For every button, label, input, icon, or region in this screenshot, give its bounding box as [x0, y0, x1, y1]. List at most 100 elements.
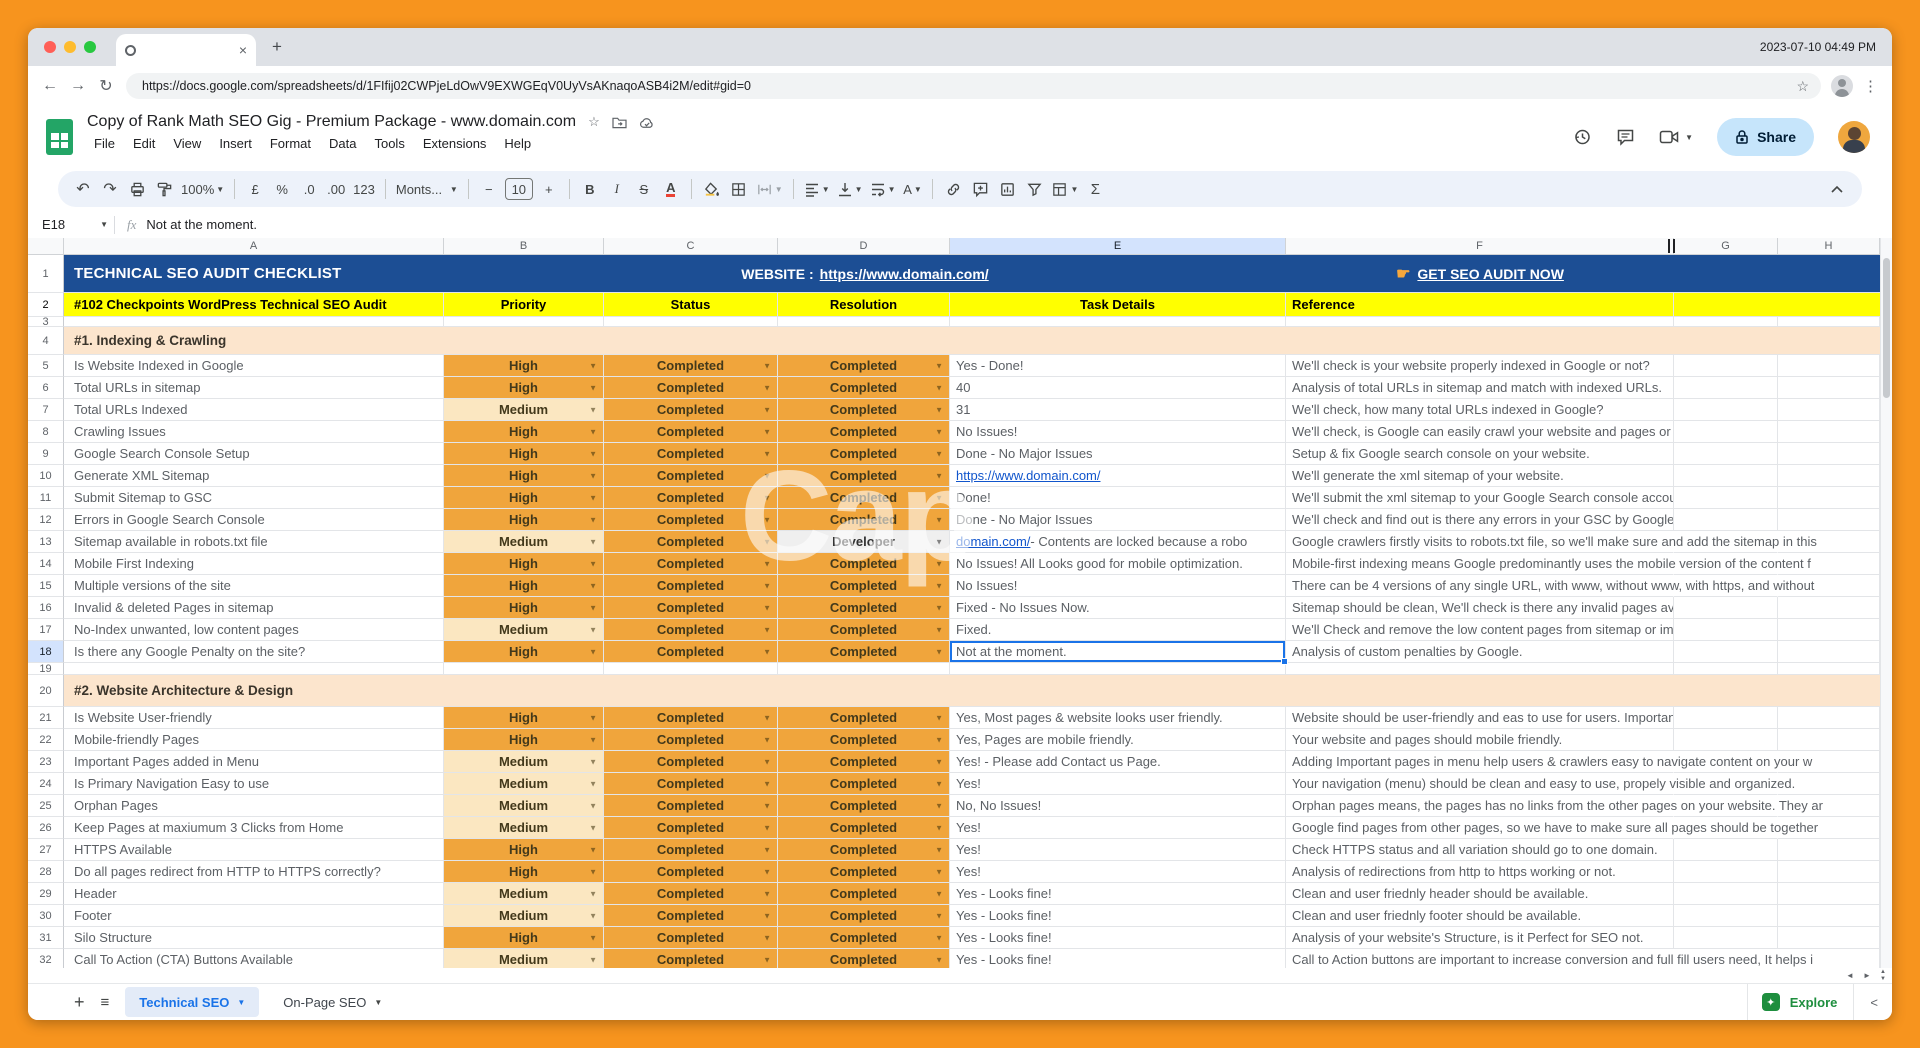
priority-cell[interactable]: Medium▼	[444, 773, 604, 795]
empty-cell-g[interactable]	[1674, 861, 1778, 883]
reference-cell[interactable]: Call to Action buttons are important to …	[1286, 949, 1674, 968]
scroll-right-icon[interactable]: ►	[1860, 971, 1874, 980]
section-title-cell[interactable]: #2. Website Architecture & Design	[64, 675, 1892, 707]
status-dropdown-icon[interactable]: ▼	[763, 845, 771, 854]
empty-cell[interactable]	[444, 663, 604, 675]
empty-cell-h[interactable]	[1778, 465, 1880, 487]
priority-cell[interactable]: High▼	[444, 575, 604, 597]
bookmark-star-icon[interactable]: ☆	[1796, 78, 1809, 95]
document-title[interactable]: Copy of Rank Math SEO Gig - Premium Pack…	[87, 113, 576, 131]
task-name-cell[interactable]: Footer	[64, 905, 444, 927]
resolution-dropdown-icon[interactable]: ▼	[935, 515, 943, 524]
scroll-up-down-icons[interactable]: ▲▼	[1877, 969, 1889, 982]
empty-cell-h[interactable]	[1778, 905, 1880, 927]
task-details-cell[interactable]: Yes - Done!	[950, 355, 1286, 377]
font-size-input[interactable]: 10	[505, 178, 533, 200]
status-cell[interactable]: Completed▼	[604, 729, 778, 751]
empty-cell-h[interactable]	[1778, 729, 1880, 751]
empty-cell-h[interactable]	[1778, 509, 1880, 531]
empty-cell-g[interactable]	[1674, 729, 1778, 751]
status-cell[interactable]: Completed▼	[604, 883, 778, 905]
empty-cell-h[interactable]	[1778, 641, 1880, 663]
status-cell[interactable]: Completed▼	[604, 707, 778, 729]
reference-cell[interactable]: Sitemap should be clean, We'll check is …	[1286, 597, 1674, 619]
reference-cell[interactable]: Orphan pages means, the pages has no lin…	[1286, 795, 1674, 817]
all-sheets-icon[interactable]: ≡	[101, 994, 110, 1011]
priority-dropdown-icon[interactable]: ▼	[589, 559, 597, 568]
empty-cell-g[interactable]	[1674, 443, 1778, 465]
row-number[interactable]: 4	[28, 327, 64, 355]
comments-icon[interactable]	[1616, 128, 1635, 147]
task-details-cell[interactable]: No Issues!	[950, 421, 1286, 443]
status-dropdown-icon[interactable]: ▼	[763, 867, 771, 876]
browser-profile-avatar[interactable]	[1831, 75, 1853, 97]
resolution-cell[interactable]: Completed▼	[778, 619, 950, 641]
sheet-tab-caret-icon[interactable]: ▼	[374, 998, 382, 1007]
task-details-link[interactable]: https://www.domain.com/	[956, 468, 1101, 483]
task-details-cell[interactable]: domain.com/ - Contents are locked becaus…	[950, 531, 1286, 553]
website-cell[interactable]: WEBSITE : https://www.domain.com/	[444, 255, 1286, 293]
resolution-cell[interactable]: Completed▼	[778, 465, 950, 487]
row-number[interactable]: 16	[28, 597, 64, 619]
task-details-cell[interactable]: Yes! - Please add Contact us Page.	[950, 751, 1286, 773]
empty-cell-g[interactable]	[1674, 487, 1778, 509]
star-document-icon[interactable]: ☆	[588, 114, 600, 130]
horizontal-align-icon[interactable]: ▼	[801, 176, 833, 202]
forward-icon[interactable]: →	[64, 77, 92, 95]
row-number[interactable]: 18	[28, 641, 64, 663]
empty-cell-h[interactable]	[1778, 597, 1880, 619]
bold-icon[interactable]: B	[577, 176, 603, 202]
task-details-cell[interactable]: No Issues!	[950, 575, 1286, 597]
empty-cell-h[interactable]	[1778, 927, 1880, 949]
resolution-cell[interactable]: Completed▼	[778, 487, 950, 509]
empty-cell[interactable]	[444, 317, 604, 327]
priority-dropdown-icon[interactable]: ▼	[589, 625, 597, 634]
version-history-icon[interactable]	[1572, 127, 1592, 147]
insert-chart-icon[interactable]	[994, 176, 1020, 202]
empty-cell-g[interactable]	[1674, 421, 1778, 443]
status-cell[interactable]: Completed▼	[604, 465, 778, 487]
task-details-cell[interactable]: Yes - Looks fine!	[950, 883, 1286, 905]
merge-cells-icon[interactable]: ▼	[753, 176, 786, 202]
task-name-cell[interactable]: Generate XML Sitemap	[64, 465, 444, 487]
column-header-A[interactable]: A	[64, 238, 444, 255]
column-header-C[interactable]: C	[604, 238, 778, 255]
resolution-dropdown-icon[interactable]: ▼	[935, 889, 943, 898]
status-cell[interactable]: Completed▼	[604, 773, 778, 795]
account-avatar[interactable]	[1838, 121, 1870, 153]
more-formats-icon[interactable]: 123	[350, 176, 378, 202]
fill-color-icon[interactable]	[699, 176, 725, 202]
reference-cell[interactable]: Your website and pages should mobile fri…	[1286, 729, 1674, 751]
task-details-header-cell[interactable]: Task Details	[950, 293, 1286, 317]
status-dropdown-icon[interactable]: ▼	[763, 449, 771, 458]
status-cell[interactable]: Completed▼	[604, 949, 778, 968]
resolution-dropdown-icon[interactable]: ▼	[935, 735, 943, 744]
resolution-dropdown-icon[interactable]: ▼	[935, 867, 943, 876]
status-dropdown-icon[interactable]: ▼	[763, 581, 771, 590]
resolution-cell[interactable]: Completed▼	[778, 817, 950, 839]
task-details-cell[interactable]: Yes, Pages are mobile friendly.	[950, 729, 1286, 751]
resolution-dropdown-icon[interactable]: ▼	[935, 955, 943, 964]
resolution-dropdown-icon[interactable]: ▼	[935, 603, 943, 612]
checkpoints-header-cell[interactable]: #102 Checkpoints WordPress Technical SEO…	[64, 293, 444, 317]
status-cell[interactable]: Completed▼	[604, 641, 778, 663]
resolution-dropdown-icon[interactable]: ▼	[935, 405, 943, 414]
resolution-dropdown-icon[interactable]: ▼	[935, 911, 943, 920]
menu-help[interactable]: Help	[497, 134, 538, 153]
vertical-scrollbar-thumb[interactable]	[1883, 258, 1890, 398]
reference-cell[interactable]: Adding Important pages in menu help user…	[1286, 751, 1674, 773]
column-header-G[interactable]: G	[1674, 238, 1778, 255]
task-details-cell[interactable]: https://www.domain.com/	[950, 465, 1286, 487]
empty-cell[interactable]	[1778, 317, 1880, 327]
strikethrough-icon[interactable]: S	[631, 176, 657, 202]
priority-dropdown-icon[interactable]: ▼	[589, 845, 597, 854]
task-details-cell[interactable]: Yes!	[950, 861, 1286, 883]
borders-icon[interactable]	[726, 176, 752, 202]
sheet-tab-on-page-seo[interactable]: On-Page SEO ▼	[269, 987, 396, 1017]
empty-cell[interactable]	[604, 663, 778, 675]
resolution-dropdown-icon[interactable]: ▼	[935, 537, 943, 546]
resolution-cell[interactable]: Completed▼	[778, 949, 950, 968]
resolution-dropdown-icon[interactable]: ▼	[935, 361, 943, 370]
reference-cell[interactable]: Your navigation (menu) should be clean a…	[1286, 773, 1674, 795]
task-name-cell[interactable]: Sitemap available in robots.txt file	[64, 531, 444, 553]
